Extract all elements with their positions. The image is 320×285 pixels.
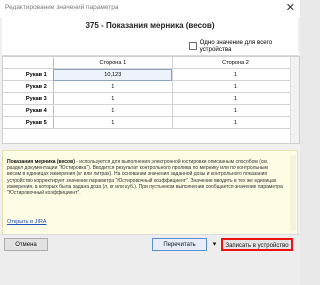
value-cell[interactable]: 1	[53, 116, 173, 129]
reread-button[interactable]: Перечитать	[152, 238, 207, 251]
value-cell[interactable]: 10,123	[53, 68, 173, 81]
values-grid: Сторона 1 Сторона 2 Рукав 1 10,123 1 Рук…	[2, 56, 300, 144]
value-cell[interactable]: 1	[172, 92, 300, 105]
edit-parameter-dialog: Редактирование значений параметра ✕ 375 …	[0, 0, 300, 285]
checkbox-box[interactable]	[189, 42, 197, 50]
chevron-down-icon[interactable]: ▾	[210, 238, 219, 251]
corner-cell	[3, 57, 54, 69]
row-header: Рукав 2	[3, 80, 54, 93]
table-row: Рукав 1 10,123 1	[3, 68, 300, 81]
parameter-header: 375 - Показания мерника (весов) Одно зна…	[2, 17, 298, 56]
help-text: Показания мерника (весов) - используется…	[7, 159, 283, 196]
close-icon[interactable]: ✕	[286, 1, 295, 14]
single-value-checkbox[interactable]: Одно значение для всего устройства	[189, 39, 298, 53]
open-in-jira-link[interactable]: Открыть в JIRA	[7, 219, 47, 225]
value-cell[interactable]: 1	[172, 116, 300, 129]
grid-header-row: Сторона 1 Сторона 2	[3, 57, 300, 69]
grid-scrollbar[interactable]	[290, 57, 299, 143]
value-cell[interactable]: 1	[172, 80, 300, 93]
help-scrollbar[interactable]	[290, 155, 296, 231]
table-row: Рукав 2 1 1	[3, 80, 300, 93]
column-header: Сторона 1	[53, 57, 173, 69]
parameter-title: 375 - Показания мерника (весов)	[85, 21, 215, 30]
window-title: Редактирование значений параметра	[5, 4, 119, 11]
column-header: Сторона 2	[172, 57, 300, 69]
value-cell[interactable]: 1	[53, 104, 173, 117]
row-header: Рукав 3	[3, 92, 54, 105]
single-value-label: Одно значение для всего устройства	[199, 39, 273, 53]
row-header: Рукав 5	[3, 116, 54, 129]
value-cell[interactable]: 1	[172, 104, 300, 117]
value-cell[interactable]: 1	[172, 68, 300, 81]
row-header: Рукав 1	[3, 68, 54, 81]
row-header: Рукав 4	[3, 104, 54, 117]
write-to-device-button[interactable]: Записать в устройство	[221, 238, 293, 251]
help-description: - используется для выполнения электронно…	[7, 159, 283, 197]
table-row: Рукав 4 1 1	[3, 104, 300, 117]
cancel-button[interactable]: Отмена	[4, 238, 48, 251]
help-term: Показания мерника (весов)	[7, 159, 75, 165]
value-cell[interactable]: 1	[53, 92, 173, 105]
dialog-footer: Отмена Перечитать ▾ Записать в устройств…	[0, 234, 300, 285]
help-panel: Показания мерника (весов) - используется…	[2, 150, 298, 236]
table-row: Рукав 3 1 1	[3, 92, 300, 105]
table-row: Рукав 5 1 1	[3, 116, 300, 129]
title-bar: Редактирование значений параметра ✕	[0, 0, 300, 17]
value-cell[interactable]: 1	[53, 80, 173, 93]
